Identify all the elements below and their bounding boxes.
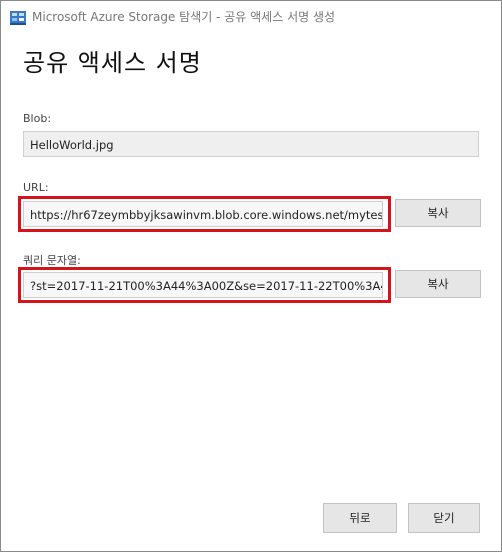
back-button[interactable]: 뒤로 [323,503,397,533]
url-field[interactable]: https://hr67zeymbbyjksawinvm.blob.core.w… [23,201,383,227]
blob-label: Blob: [23,112,52,125]
page-title: 공유 액세스 서명 [23,49,202,77]
sas-dialog-window: Microsoft Azure Storage 탐색기 - 공유 액세스 서명 … [0,0,502,552]
azure-storage-explorer-icon [10,10,26,25]
url-label: URL: [23,181,49,194]
title-bar: Microsoft Azure Storage 탐색기 - 공유 액세스 서명 … [1,1,501,33]
query-string-field[interactable]: ?st=2017-11-21T00%3A44%3A00Z&se=2017-11-… [23,272,383,298]
query-string-label: 쿼리 문자열: [23,254,81,267]
close-button[interactable]: 닫기 [408,503,480,533]
blob-name-field[interactable]: HelloWorld.jpg [23,131,479,157]
copy-query-string-button[interactable]: 복사 [395,270,481,298]
copy-url-button[interactable]: 복사 [395,199,481,227]
window-title: Microsoft Azure Storage 탐색기 - 공유 액세스 서명 … [32,10,336,24]
